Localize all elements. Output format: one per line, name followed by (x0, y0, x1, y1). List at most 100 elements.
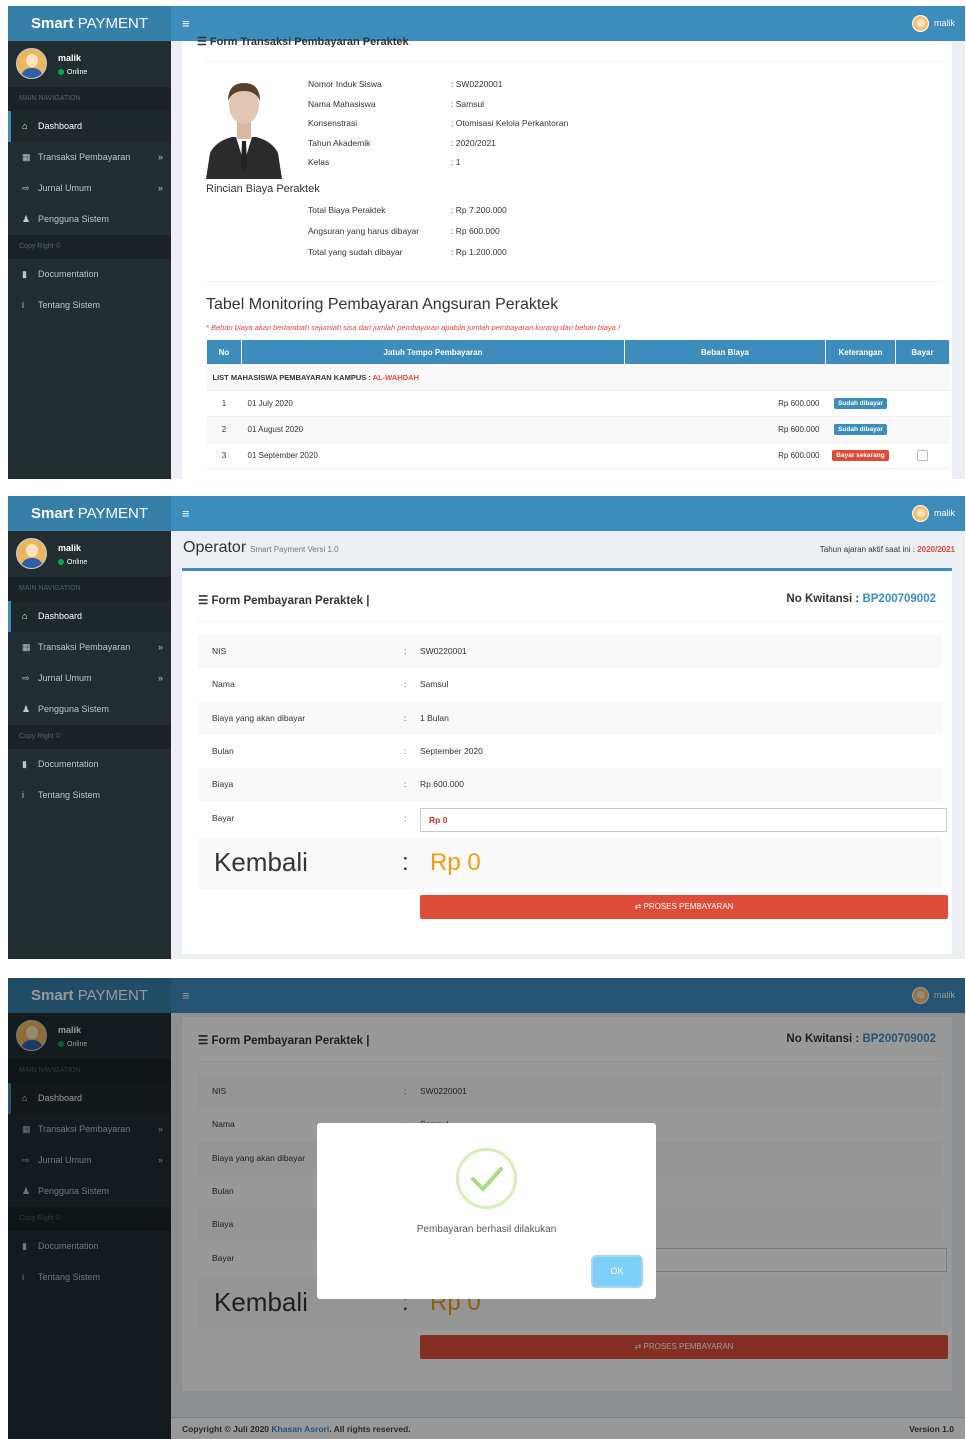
sidebar-item-tentang-sistem[interactable]: i Tentang Sistem (8, 290, 171, 321)
sidebar-user-name: malik (58, 543, 82, 553)
form-row-bayar: Bayar:Rp 0 (198, 802, 947, 835)
info-label: Nama Mahasiswa (308, 98, 376, 109)
sidebar-item-pengguna-sistem[interactable]: ♟ Pengguna Sistem (8, 694, 171, 725)
chevron-icon: » (157, 183, 163, 193)
sidebar-item-dashboard[interactable]: ⌂ Dashboard (8, 111, 171, 142)
info-icon: i (22, 300, 24, 310)
form-row-nis: NIS: SW0220001 (198, 635, 942, 668)
user-plus-icon: ♟ (22, 214, 31, 224)
top-navbar: Smart PAYMENT ≡ malik (8, 496, 965, 531)
home-icon: ⌂ (22, 611, 28, 621)
sidebar-item-tentang-sistem[interactable]: i Tentang Sistem (8, 780, 171, 811)
th-beban-biaya: Beban Biaya (624, 339, 826, 365)
warning-note: * Beban biaya akan bertambah sejumlah si… (206, 323, 621, 332)
sidebar-item-jurnal-umum[interactable]: ⇨ Jurnal Umum» (8, 663, 171, 694)
process-payment-button[interactable]: ⇄ PROSES PEMBAYARAN (420, 894, 948, 919)
status-badge: Sudah dibayar (834, 424, 887, 435)
sidebar-item-jurnal-umum[interactable]: ⇨ Jurnal Umum» (8, 173, 171, 204)
info-label: Nomor Induk Siswa (308, 79, 382, 89)
info-value: : 2020/2021 (451, 137, 496, 148)
success-check-icon (456, 1148, 517, 1209)
home-icon: ⌂ (22, 121, 28, 131)
sidebar-item-transaksi-pembayaran[interactable]: ▦ Transaksi Pembayaran» (8, 142, 171, 173)
student-photo (202, 73, 286, 179)
info-label: Total Biaya Peraktek (308, 205, 386, 215)
online-status: Online (58, 69, 87, 76)
receipt-number: No Kwitansi : BP200709002 (786, 593, 936, 605)
sidebar-user-name: malik (58, 53, 82, 63)
th-keterangan: Keterangan (825, 339, 896, 365)
th-bayar: Bayar (895, 339, 950, 365)
info-label: Kelas (308, 157, 330, 167)
status-badge: Sudah dibayar (834, 398, 887, 409)
transaction-box: ☰ Form Transaksi Pembayaran Peraktek Nom… (182, 36, 952, 479)
user-menu[interactable]: malik (911, 6, 955, 41)
change-display: Kembali: Rp 0 (198, 836, 942, 889)
user-avatar (16, 48, 47, 79)
sidebar-item-documentation[interactable]: ▮ Documentation (8, 259, 171, 290)
academic-year: Tahun ajaran aktif saat ini : 2020/2021 (819, 545, 955, 554)
change-amount: Rp 0 (430, 848, 481, 876)
info-value: : Rp 600.000 (451, 226, 500, 236)
top-navbar: Smart PAYMENT ≡ malik (8, 6, 965, 41)
sign-in-icon: ⇨ (22, 673, 30, 683)
success-modal: Pembayaran berhasil dilakukan OK (317, 1123, 656, 1299)
user-avatar (16, 538, 47, 569)
content-header: Operator Smart Payment Versi 1.0 Tahun aj… (171, 531, 965, 566)
form-row-biaya-yang-akan-dibayar: Biaya yang akan dibayar:1 Bulan (198, 701, 942, 735)
sidebar-item-documentation[interactable]: ▮ Documentation (8, 749, 171, 780)
copyright-header: Copy Right © (8, 725, 171, 749)
book-icon: ▮ (22, 759, 27, 769)
online-status: Online (58, 559, 87, 566)
modal-message: Pembayaran berhasil dilakukan (416, 1224, 557, 1235)
table-row: 3 01 September 2020 Rp 600.000 Bayar sekara… (206, 442, 950, 469)
panel-payment-form: Smart PAYMENT ≡ malik malik Online MAIN NA… (8, 496, 965, 959)
book-icon: ▮ (22, 269, 27, 279)
info-value: : 1 (451, 157, 461, 167)
sidebar-user-panel: malik Online (8, 41, 171, 87)
user-plus-icon: ♟ (22, 704, 31, 714)
monitoring-table: No Jatuh Tempo Pembayaran Beban Biaya Ke… (206, 339, 950, 469)
sidebar: malik Online MAIN NAVIGATION ⌂ Dashboard ▦ Tra… (8, 531, 171, 959)
group-row: LIST MAHASISWA PEMBAYARAN KAMPUS : AL-WA… (206, 364, 950, 391)
rincian-title: Rincian Biaya Peraktek (206, 183, 320, 195)
monitoring-table-title: Tabel Monitoring Pembayaran Angsuran Per… (206, 296, 559, 313)
avatar-icon (911, 505, 929, 522)
bayar-input[interactable]: Rp 0 (420, 807, 947, 832)
sidebar: malik Online MAIN NAVIGATION ⌂ Dashboard ▦ Tra… (8, 41, 171, 479)
form-row-biaya: Biaya:Rp 600.000 (198, 768, 942, 802)
status-badge[interactable]: Bayar sekarang (832, 450, 889, 461)
menu-toggle-icon[interactable]: ≡ (182, 6, 190, 41)
info-label: Tahun Akademik (308, 137, 371, 148)
main-navigation-header: MAIN NAVIGATION (8, 87, 171, 111)
avatar-icon (911, 15, 929, 32)
table-row: 1 01 July 2020 Rp 600.000 Sudah dibayar (206, 390, 950, 417)
chevron-icon: » (157, 673, 163, 683)
ok-button[interactable]: OK (593, 1257, 641, 1286)
payment-form-box: ☰ Form Pembayaran Peraktek | No Kwitansi … (182, 568, 952, 954)
info-label: Konsenstrasi (308, 118, 358, 128)
app-logo[interactable]: Smart PAYMENT (8, 6, 171, 41)
form-title: ☰ Form Pembayaran Peraktek | (198, 595, 370, 607)
form-title: ☰ Form Transaksi Pembayaran Peraktek (197, 36, 409, 47)
copyright-header: Copy Right © (8, 235, 171, 259)
info-label: Angsuran yang harus dibayar (308, 226, 420, 236)
th-no: No (206, 339, 242, 365)
sidebar-item-transaksi-pembayaran[interactable]: ▦ Transaksi Pembayaran» (8, 632, 171, 663)
form-row-bulan: Bulan:September 2020 (212, 745, 483, 756)
info-value: : Samsul (451, 98, 485, 109)
info-value: : Rp 1.200.000 (451, 247, 507, 257)
online-dot-icon (58, 559, 64, 566)
sidebar-item-pengguna-sistem[interactable]: ♟ Pengguna Sistem (8, 204, 171, 235)
sign-in-icon: ⇨ (22, 183, 30, 193)
sidebar-user-panel: malik Online (8, 531, 171, 577)
info-icon: i (22, 790, 24, 800)
main-navigation-header: MAIN NAVIGATION (8, 577, 171, 601)
app-logo[interactable]: Smart PAYMENT (8, 496, 171, 531)
info-value: : Otomisasi Kelola Perkantoran (451, 118, 569, 128)
info-label: Total yang sudah dibayar (308, 247, 403, 257)
user-menu[interactable]: malik (911, 496, 955, 531)
sidebar-item-dashboard[interactable]: ⌂ Dashboard (8, 601, 171, 632)
pay-checkbox[interactable] (917, 450, 928, 461)
menu-toggle-icon[interactable]: ≡ (182, 496, 190, 531)
